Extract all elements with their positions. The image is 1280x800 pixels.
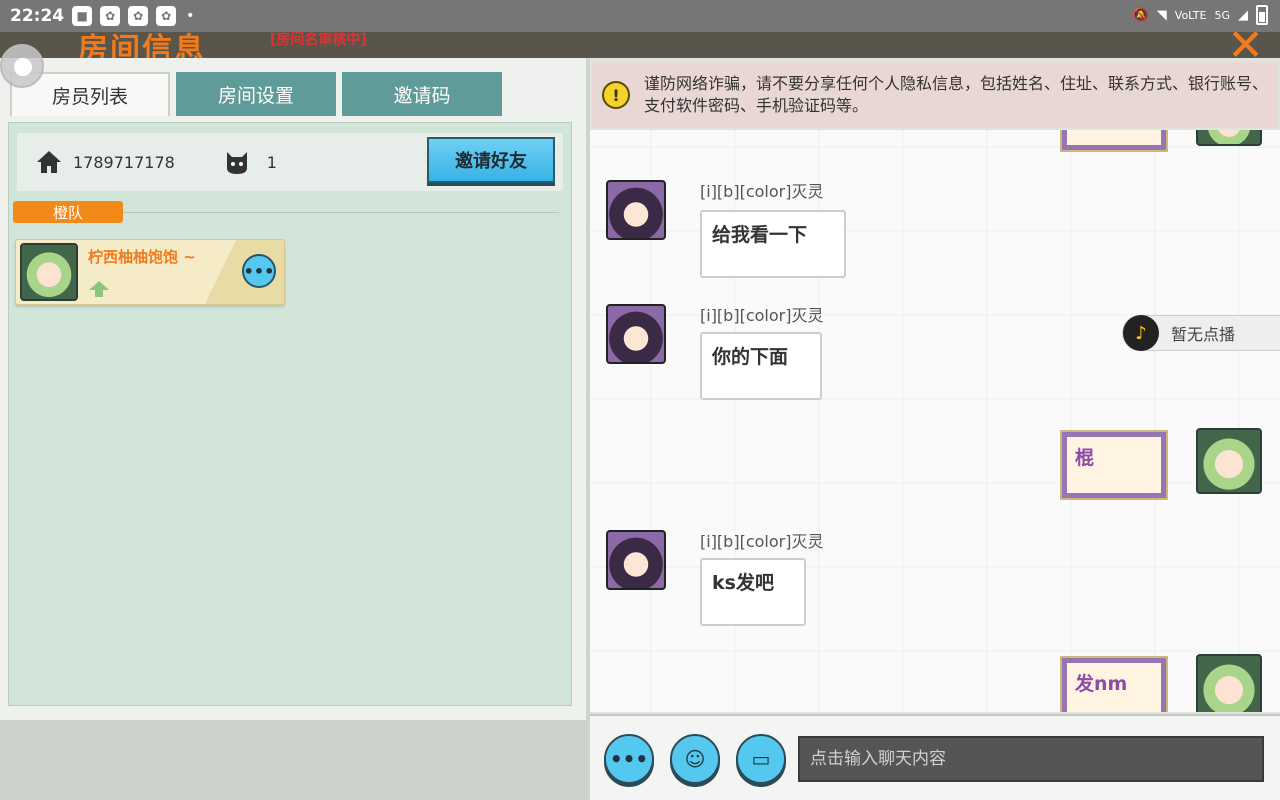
quick-message-button[interactable]: ▭ bbox=[736, 734, 786, 784]
more-options-button[interactable]: ••• bbox=[604, 734, 654, 784]
member-list-content: 1789717178 1 邀请好友 橙队 柠西柚柚饱饱 ~ ••• bbox=[8, 122, 572, 706]
mute-icon: 🔕 bbox=[1132, 7, 1149, 23]
invite-friends-button[interactable]: 邀请好友 bbox=[427, 137, 555, 183]
battery-icon bbox=[1256, 5, 1268, 25]
chat-bubble: 你的下面 bbox=[700, 332, 822, 400]
clock: 22:24 bbox=[10, 6, 65, 26]
avatar bbox=[606, 530, 666, 590]
title-bar: 房间信息 [房间名审核中] ✕ bbox=[0, 32, 1280, 58]
member-card[interactable]: 柠西柚柚饱饱 ~ ••• bbox=[15, 239, 285, 305]
close-icon[interactable]: ✕ bbox=[1227, 32, 1264, 58]
sender-name: [i][b][color]灭灵 bbox=[700, 306, 824, 325]
chat-input-bar: ••• ☺ ▭ bbox=[590, 714, 1280, 800]
music-note-icon: ♪ bbox=[1123, 315, 1159, 351]
room-id: 1789717178 bbox=[73, 152, 175, 172]
member-name: 柠西柚柚饱饱 ~ bbox=[88, 248, 196, 266]
avatar bbox=[1196, 428, 1262, 494]
avatar bbox=[1196, 654, 1262, 712]
notification-app-icon: ■ bbox=[72, 6, 93, 26]
paw-icon: ✿ bbox=[128, 6, 149, 26]
sender-name: [i][b][color]灭灵 bbox=[700, 532, 824, 551]
floating-assistant-button[interactable] bbox=[0, 44, 44, 88]
divider bbox=[123, 212, 559, 213]
avatar bbox=[1196, 130, 1262, 146]
tab-invite-code[interactable]: 邀请码 bbox=[342, 72, 502, 116]
emoji-button[interactable]: ☺ bbox=[670, 734, 720, 784]
volte-label: VoLTE bbox=[1174, 8, 1207, 22]
chat-panel: ! 谨防网络诈骗，请不要分享任何个人隐私信息，包括姓名、住址、联系方式、银行账号… bbox=[590, 58, 1280, 800]
member-count: 1 bbox=[266, 152, 277, 172]
wifi-icon: ◥ bbox=[1156, 7, 1167, 23]
paw-icon: ✿ bbox=[156, 6, 177, 26]
system-icons: 🔕 ◥ VoLTE 5G ◢ bbox=[1133, 5, 1268, 25]
chat-messages[interactable]: [i][b][color]灭灵 给我看一下 ♪ 暂无点播 [i][b][colo… bbox=[590, 130, 1280, 712]
chat-input[interactable] bbox=[798, 736, 1264, 782]
chat-bubble: ks发吧 bbox=[700, 558, 806, 626]
player-count-icon bbox=[223, 148, 251, 176]
left-footer bbox=[0, 720, 588, 800]
house-icon bbox=[35, 149, 63, 175]
avatar bbox=[20, 243, 78, 301]
room-info-row: 1789717178 1 邀请好友 bbox=[17, 133, 563, 191]
tab-bar: 房员列表 房间设置 邀请码 bbox=[10, 72, 502, 116]
fraud-warning-banner: ! 谨防网络诈骗，请不要分享任何个人隐私信息，包括姓名、住址、联系方式、银行账号… bbox=[592, 62, 1278, 128]
avatar bbox=[606, 304, 666, 364]
member-panel: 房员列表 房间设置 邀请码 1789717178 1 邀请好友 橙队 柠西柚柚饱… bbox=[0, 58, 586, 720]
network-label: 5G bbox=[1214, 8, 1230, 22]
member-more-button[interactable]: ••• bbox=[242, 254, 276, 288]
status-bar: 22:24 ■ ✿ ✿ ✿ • 🔕 ◥ VoLTE 5G ◢ bbox=[0, 0, 1280, 32]
more-notifications-icon: • bbox=[186, 8, 195, 24]
chat-background bbox=[590, 130, 1280, 712]
chat-bubble-self: 棍 bbox=[1060, 430, 1168, 500]
tab-room-settings[interactable]: 房间设置 bbox=[176, 72, 336, 116]
signal-icon: ◢ bbox=[1238, 7, 1248, 23]
host-arrow-icon bbox=[88, 280, 110, 298]
chat-bubble-partial bbox=[1060, 130, 1168, 152]
chat-bubble: 给我看一下 bbox=[700, 210, 846, 278]
music-request-chip[interactable]: ♪ 暂无点播 bbox=[1122, 315, 1280, 351]
avatar bbox=[606, 180, 666, 240]
team-label: 橙队 bbox=[13, 201, 123, 223]
music-label: 暂无点播 bbox=[1171, 325, 1236, 344]
warning-text: 谨防网络诈骗，请不要分享任何个人隐私信息，包括姓名、住址、联系方式、银行账号、支… bbox=[644, 74, 1269, 115]
room-name-status: [房间名审核中] bbox=[270, 32, 367, 48]
page-title: 房间信息 bbox=[78, 32, 206, 58]
chat-bubble-self: 发nm bbox=[1060, 656, 1168, 712]
exclamation-icon: ! bbox=[602, 81, 630, 109]
paw-icon: ✿ bbox=[100, 6, 121, 26]
sender-name: [i][b][color]灭灵 bbox=[700, 182, 824, 201]
